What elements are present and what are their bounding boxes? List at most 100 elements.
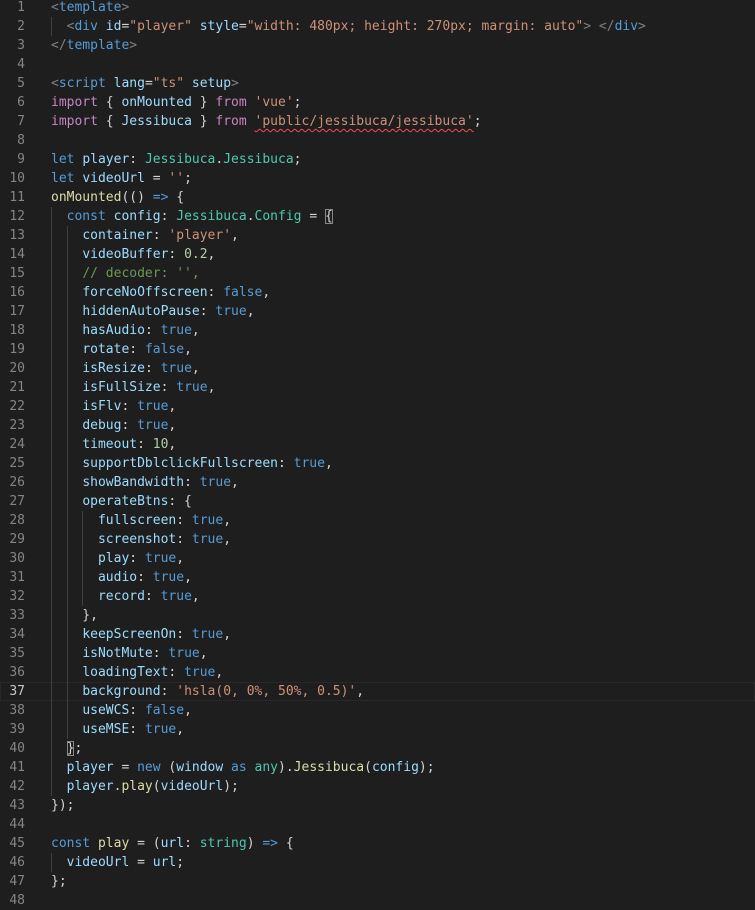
code-text: onMounted(() => { [51, 188, 184, 207]
code-line[interactable]: 23 debug: true, [0, 416, 755, 435]
code-line[interactable]: 17 hiddenAutoPause: true, [0, 302, 755, 321]
line-number: 1 [17, 0, 25, 15]
code-token: = [144, 76, 153, 91]
code-line[interactable]: 3 </template> [0, 36, 755, 55]
code-token: videoUrl [66, 855, 130, 870]
code-line[interactable]: 21 isFullSize: true, [0, 378, 755, 397]
code-token: play [121, 779, 153, 794]
code-line[interactable]: 20 isResize: true, [0, 359, 755, 378]
code-token: = [144, 171, 169, 186]
code-text: hiddenAutoPause: true, [51, 302, 254, 321]
code-line[interactable]: 47}; [0, 872, 755, 891]
code-line[interactable]: 33 }, [0, 606, 755, 625]
code-editor[interactable]: 1 <template> 2 <div id="player" style="wid… [0, 0, 755, 908]
code-token: : [137, 437, 153, 452]
code-token: showBandwidth [82, 475, 185, 490]
code-line[interactable]: 30 play: true, [0, 549, 755, 568]
code-line[interactable]: 19 rotate: false, [0, 340, 755, 359]
code-line[interactable]: 32 record: true, [0, 587, 755, 606]
line-number: 41 [9, 760, 25, 775]
code-line[interactable]: 29 screenshot: true, [0, 530, 755, 549]
code-line[interactable]: 10 let videoUrl = ''; [0, 169, 755, 188]
code-text: timeout: 10, [51, 435, 176, 454]
code-line[interactable]: 31 audio: true, [0, 568, 755, 587]
line-number: 21 [9, 380, 25, 395]
line-number: 46 [9, 855, 25, 870]
code-line[interactable]: 39 useMSE: true, [0, 720, 755, 739]
code-token: Jessibuca [293, 760, 365, 775]
code-line[interactable]: 6 import { onMounted } from 'vue'; [0, 93, 755, 112]
code-text: rotate: false, [51, 340, 192, 359]
code-line[interactable]: 44 [0, 815, 755, 834]
code-line[interactable]: 2 <div id="player" style="width: 480px; … [0, 17, 755, 36]
code-line[interactable]: 41 player = new (window as any).Jessibuc… [0, 758, 755, 777]
code-token: > [583, 19, 592, 34]
code-line[interactable]: 40 }; [0, 739, 755, 758]
code-line[interactable]: 27 operateBtns: { [0, 492, 755, 511]
code-line[interactable]: 28 fullscreen: true, [0, 511, 755, 530]
code-token: : [207, 285, 224, 300]
code-token: , [191, 361, 200, 376]
code-token: { [97, 114, 122, 129]
code-line[interactable]: 16 forceNoOffscreen: false, [0, 283, 755, 302]
code-token: 10 [152, 437, 169, 452]
code-line[interactable]: 7 import { Jessibuca } from 'public/jessi… [0, 112, 755, 131]
code-token: = [238, 19, 247, 34]
line-number: 23 [9, 418, 25, 433]
code-token: player [82, 152, 130, 167]
code-line[interactable]: 5 <script lang="ts" setup> [0, 74, 755, 93]
code-text: container: 'player', [51, 226, 239, 245]
code-token: rotate [82, 342, 130, 357]
code-token: isFullSize [82, 380, 161, 395]
code-token: : [176, 627, 192, 642]
code-text: supportDblclickFullscreen: true, [51, 454, 332, 473]
code-line[interactable]: 43}); [0, 796, 755, 815]
code-token: true [160, 589, 192, 604]
code-line[interactable]: 45 const play = (url: string) => { [0, 834, 755, 853]
code-line[interactable]: 18 hasAudio: true, [0, 321, 755, 340]
code-line[interactable]: 12 const config: Jessibuca.Config = { [0, 207, 755, 226]
code-line[interactable]: 37 background: 'hsla(0, 0%, 50%, 0.5)', [0, 682, 755, 701]
code-line[interactable]: 35 isNotMute: true, [0, 644, 755, 663]
code-token: supportDblclickFullscreen [82, 456, 278, 471]
code-line[interactable]: 24 timeout: 10, [0, 435, 755, 454]
code-token: forceNoOffscreen [82, 285, 208, 300]
code-line[interactable]: 15 // decoder: '', [0, 264, 755, 283]
code-line[interactable]: 8 [0, 131, 755, 150]
code-line[interactable]: 34 keepScreenOn: true, [0, 625, 755, 644]
code-line[interactable]: 38 useWCS: false, [0, 701, 755, 720]
code-line[interactable]: 36 loadingText: true, [0, 663, 755, 682]
code-token: config [371, 760, 419, 775]
code-line[interactable]: 9 let player: Jessibuca.Jessibuca; [0, 150, 755, 169]
code-text: }; [51, 872, 67, 891]
code-line[interactable]: 11 onMounted(() => { [0, 188, 755, 207]
code-token: true [176, 380, 208, 395]
code-line[interactable]: 22 isFlv: true, [0, 397, 755, 416]
code-token: url [152, 855, 177, 870]
code-line[interactable]: 48 [0, 891, 755, 910]
code-line[interactable]: 4 [0, 55, 755, 74]
code-line[interactable]: 42 player.play(videoUrl); [0, 777, 755, 796]
code-line[interactable]: 26 showBandwidth: true, [0, 473, 755, 492]
code-line[interactable]: 13 container: 'player', [0, 226, 755, 245]
code-token: : [160, 684, 177, 699]
code-line[interactable]: 14 videoBuffer: 0.2, [0, 245, 755, 264]
code-token: ; [176, 855, 185, 870]
code-token: : [144, 361, 161, 376]
code-line[interactable]: 46 videoUrl = url; [0, 853, 755, 872]
code-token: const [51, 836, 91, 851]
code-line[interactable]: 1 <template> [0, 0, 755, 17]
code-line[interactable]: 25 supportDblclickFullscreen: true, [0, 454, 755, 473]
line-number: 39 [9, 722, 25, 737]
code-token: 'vue' [254, 95, 294, 110]
